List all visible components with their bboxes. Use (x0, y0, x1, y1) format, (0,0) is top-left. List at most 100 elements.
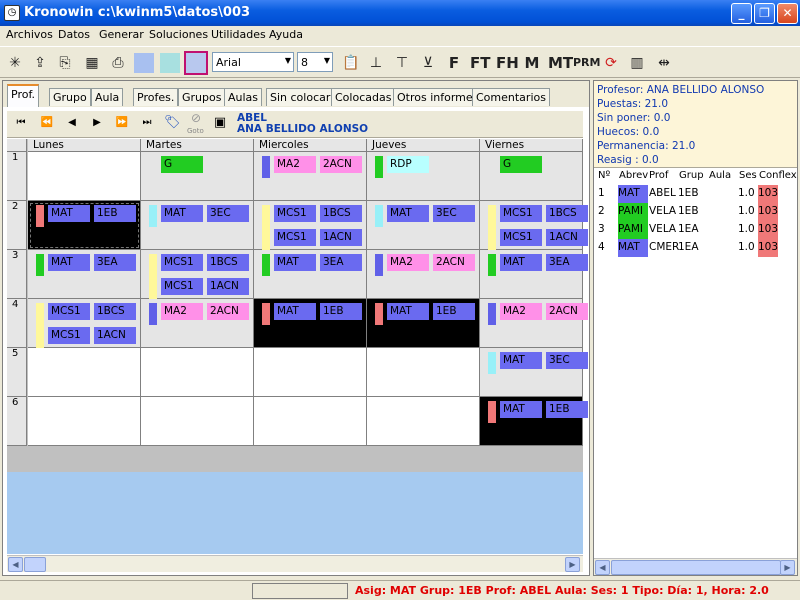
subject-chip[interactable]: MAT (48, 205, 90, 222)
tab-grupos[interactable]: Grupos (178, 88, 226, 106)
group-chip[interactable]: 1EB (320, 303, 362, 320)
tab-sin-colocar[interactable]: Sin colocar (266, 88, 335, 106)
schedule-cell[interactable]: MAT 1EB (28, 201, 141, 250)
letter-mt-button[interactable]: MT (548, 53, 573, 73)
tab-prof[interactable]: Prof. (7, 84, 40, 107)
next-fast-icon[interactable]: ⏩ (114, 117, 130, 128)
schedule-cell[interactable]: MAT 3EC (141, 201, 254, 250)
goto-icon[interactable]: ⊘ (188, 111, 204, 125)
menu-datos[interactable]: Datos (58, 28, 90, 41)
schedule-cell[interactable]: MAT 1EB (480, 397, 588, 446)
subject-chip[interactable]: MAT (500, 254, 542, 271)
prev-icon[interactable]: ◀ (64, 117, 80, 128)
conflict-row[interactable]: 1 MAT ABEL 1EB 1.0 103 (594, 185, 797, 203)
schedule-cell[interactable]: MA2 2ACN (254, 152, 367, 201)
letter-m-button[interactable]: M (522, 53, 542, 73)
schedule-cell[interactable]: MCS1 1BCS MCS1 1ACN (480, 201, 588, 253)
close-button[interactable]: ✕ (777, 3, 798, 24)
group-chip[interactable]: 2ACN (433, 254, 475, 271)
schedule-cell[interactable] (254, 348, 367, 397)
subject-chip[interactable]: MAT (274, 303, 316, 320)
letter-fh-button[interactable]: FH (496, 53, 519, 73)
subject-chip[interactable]: MAT (500, 401, 542, 418)
scroll-left-icon[interactable]: ◀ (595, 560, 610, 575)
group-chip[interactable]: 2ACN (546, 303, 588, 320)
conflict-row[interactable]: 2 PAMI VELA 1EB 1.0 103 (594, 203, 797, 221)
subject-chip[interactable]: MAT (500, 352, 542, 369)
notes-icon[interactable]: 📋 (341, 53, 361, 73)
schedule-cell[interactable]: MA2 2ACN (367, 250, 480, 299)
right-horizontal-scrollbar[interactable]: ◀ ▶ (594, 558, 797, 575)
schedule-cell[interactable]: G (480, 152, 583, 201)
group-chip[interactable]: 1BCS (320, 205, 362, 222)
place-down-icon[interactable]: ⊤ (392, 53, 412, 73)
scroll-thumb[interactable] (24, 557, 46, 572)
last-icon[interactable]: ⏭ (139, 117, 155, 128)
group-chip[interactable]: 1EB (546, 401, 588, 418)
group-chip[interactable]: 1ACN (94, 327, 136, 344)
horizontal-scrollbar[interactable]: ◀ ▶ (7, 555, 583, 572)
subject-chip[interactable]: MAT (387, 303, 429, 320)
schedule-cell[interactable]: MAT 1EB (254, 299, 367, 348)
subject-chip[interactable]: MAT (48, 254, 90, 271)
view-blue-icon[interactable] (134, 53, 154, 73)
stamp-icon[interactable]: ⊻ (418, 53, 438, 73)
menu-archivos[interactable]: Archivos (6, 28, 53, 41)
group-chip[interactable]: 1BCS (546, 205, 588, 222)
size-select[interactable]: 8 ▼ (297, 52, 333, 72)
subject-chip[interactable]: MCS1 (161, 278, 203, 295)
schedule-cell[interactable]: RDP (367, 152, 480, 201)
menu-generar[interactable]: Generar (99, 28, 144, 41)
letter-f-button[interactable]: F (444, 53, 464, 73)
group-chip[interactable]: 1ACN (207, 278, 249, 295)
tab-colocadas[interactable]: Colocadas (331, 88, 396, 106)
subject-chip[interactable]: MCS1 (274, 229, 316, 246)
new-icon[interactable]: ✳ (5, 53, 25, 73)
prev-fast-icon[interactable]: ⏪ (39, 117, 55, 128)
schedule-cell[interactable] (28, 152, 141, 201)
schedule-cell[interactable]: MCS1 1BCS MCS1 1ACN (254, 201, 367, 253)
schedule-cell[interactable] (367, 397, 480, 446)
tab-otros-informes[interactable]: Otros informes (393, 88, 483, 106)
subject-chip[interactable]: MCS1 (48, 303, 90, 320)
subject-chip[interactable]: MAT (161, 205, 203, 222)
schedule-cell[interactable] (28, 348, 141, 397)
tab-profes[interactable]: Profes. (133, 88, 179, 106)
split-icon[interactable]: ⇹ (654, 53, 674, 73)
group-chip[interactable]: 1ACN (546, 229, 588, 246)
tab-grupo[interactable]: Grupo (49, 88, 91, 106)
subject-chip[interactable]: MA2 (500, 303, 542, 320)
group-chip[interactable]: 3EA (546, 254, 588, 271)
letter-ft-button[interactable]: FT (470, 53, 490, 73)
font-select[interactable]: Arial ▼ (212, 52, 294, 72)
schedule-cell[interactable]: MAT 3EA (254, 250, 367, 299)
group-chip[interactable]: 3EC (207, 205, 249, 222)
tab-aula[interactable]: Aula (91, 88, 124, 106)
group-chip[interactable]: 1EB (94, 205, 136, 222)
group-chip[interactable]: 1EB (433, 303, 475, 320)
schedule-cell[interactable]: MAT 3EC (367, 201, 480, 250)
schedule-cell[interactable]: MAT 1EB (367, 299, 480, 348)
schedule-cell[interactable]: MA2 2ACN (141, 299, 254, 348)
group-chip[interactable]: 3EC (546, 352, 588, 369)
maximize-button[interactable]: ❐ (754, 3, 775, 24)
conflict-row[interactable]: 3 PAMI VELA 1EA 1.0 103 (594, 221, 797, 239)
print-icon[interactable]: ⎙ (108, 53, 128, 73)
group-chip[interactable]: 1BCS (94, 303, 136, 320)
tab-aulas[interactable]: Aulas (224, 88, 263, 106)
menu-utilidades[interactable]: Utilidades (211, 28, 266, 41)
group-chip[interactable]: 2ACN (207, 303, 249, 320)
scroll-left-icon[interactable]: ◀ (8, 557, 23, 572)
subject-chip[interactable]: MCS1 (48, 327, 90, 344)
subject-chip[interactable]: G (500, 156, 542, 173)
grid-settings-icon[interactable]: ▦ (82, 53, 102, 73)
schedule-cell[interactable] (254, 397, 367, 446)
open-icon[interactable]: ⇪ (30, 53, 50, 73)
subject-chip[interactable]: MA2 (387, 254, 429, 271)
schedule-cell[interactable] (141, 397, 254, 446)
scroll-thumb[interactable] (611, 560, 781, 575)
schedule-cell[interactable] (141, 348, 254, 397)
place-up-icon[interactable]: ⊥ (366, 53, 386, 73)
schedule-cell[interactable] (367, 348, 480, 397)
refresh-icon[interactable]: ⟳ (601, 53, 621, 73)
